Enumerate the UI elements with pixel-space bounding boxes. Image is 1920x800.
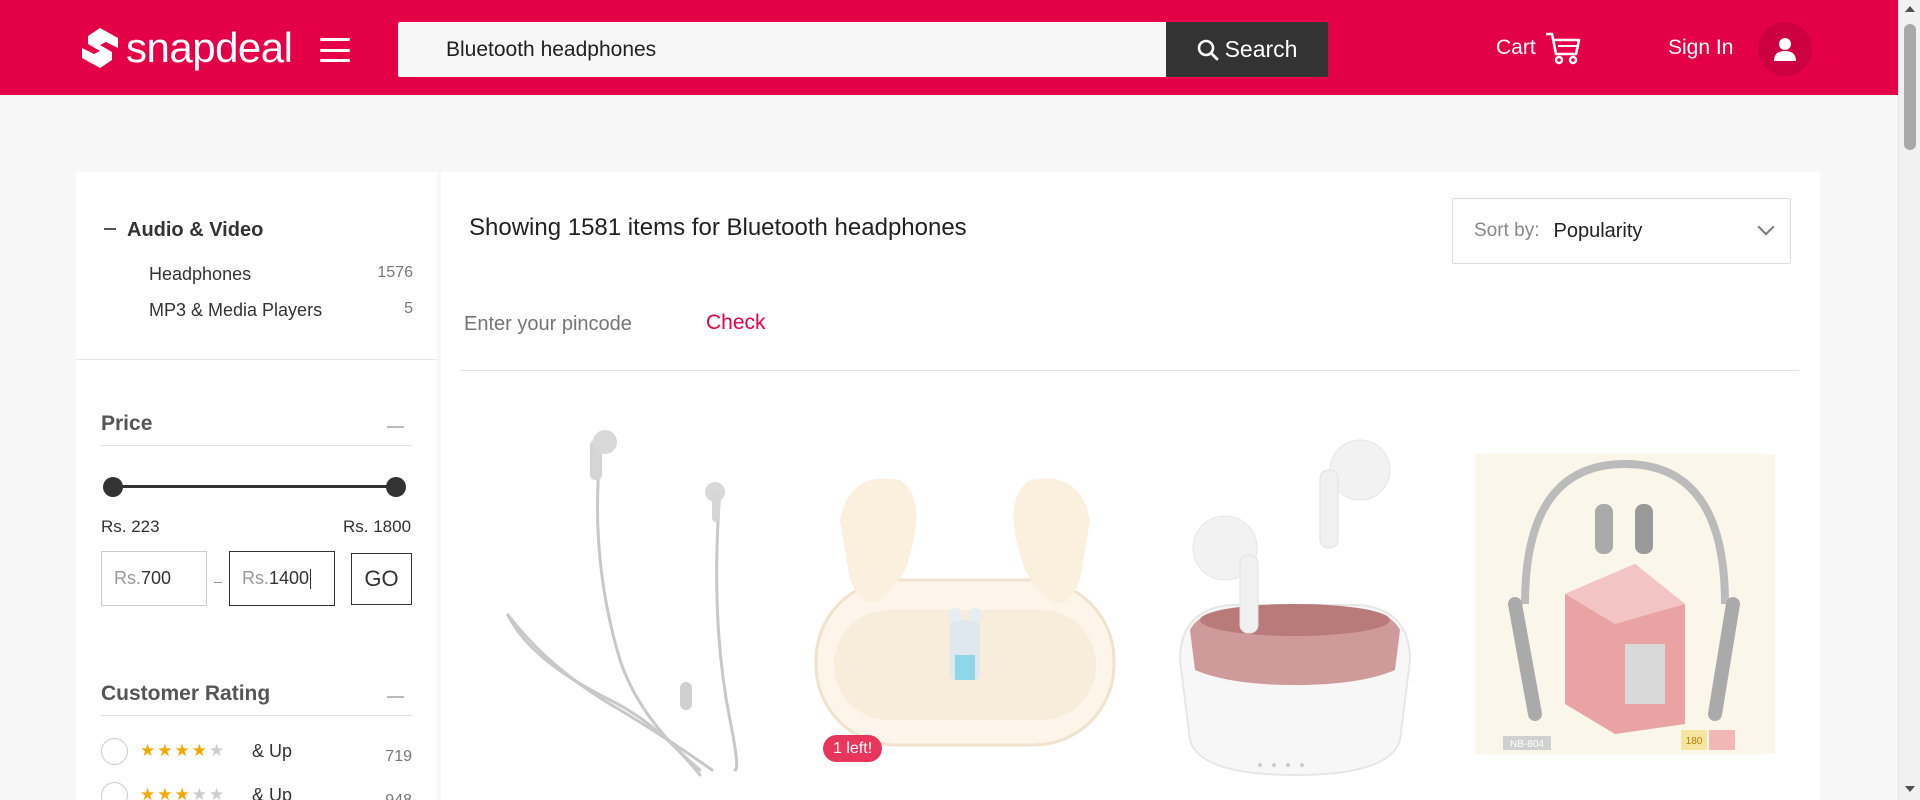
price-filter-title[interactable]: Price bbox=[101, 412, 152, 436]
sort-value: Popularity bbox=[1553, 219, 1643, 242]
user-icon bbox=[1774, 38, 1796, 61]
rating-count: 719 bbox=[385, 748, 412, 765]
category-count: 1576 bbox=[377, 264, 413, 281]
page-scrollbar[interactable] bbox=[1898, 0, 1920, 800]
menu-icon[interactable] bbox=[320, 38, 350, 62]
snapdeal-logo[interactable]: snapdeal bbox=[78, 24, 293, 71]
range-dash bbox=[214, 582, 222, 583]
price-min-label: Rs. 223 bbox=[101, 517, 160, 536]
rating-option-3[interactable]: ★★★★★ & Up 948 bbox=[101, 780, 412, 800]
category-label: Headphones bbox=[149, 264, 252, 284]
search-icon bbox=[1197, 39, 1218, 60]
currency-prefix: Rs. bbox=[242, 568, 269, 588]
filter-sidebar: Audio & Video Headphones 1576 MP3 & Medi… bbox=[76, 172, 437, 800]
price-slider-max-handle[interactable] bbox=[386, 477, 406, 497]
product-image-neckband[interactable] bbox=[490, 420, 790, 790]
user-avatar[interactable] bbox=[1758, 22, 1812, 76]
cart-label: Cart bbox=[1496, 36, 1536, 59]
product-image-tws-earbuds[interactable] bbox=[1170, 430, 1420, 780]
category-item-mp3-players[interactable]: MP3 & Media Players 5 bbox=[149, 300, 413, 321]
rating-option-4[interactable]: ★★★★ ★ & Up 719 bbox=[101, 736, 412, 766]
price-go-button[interactable]: GO bbox=[351, 553, 412, 605]
star-rating-icon: ★★★★★ bbox=[140, 785, 227, 800]
scrollbar-thumb[interactable] bbox=[1904, 24, 1916, 150]
logo-text: snapdeal bbox=[126, 24, 293, 71]
collapse-icon[interactable] bbox=[104, 228, 116, 230]
price-collapse-icon[interactable] bbox=[387, 426, 404, 428]
price-slider-min-handle[interactable] bbox=[103, 477, 123, 497]
price-max-input[interactable]: Rs. 1400 bbox=[229, 551, 335, 606]
scroll-down-arrow-icon[interactable] bbox=[1905, 786, 1915, 792]
search-button-label: Search bbox=[1224, 36, 1298, 62]
divider bbox=[461, 370, 1799, 371]
price-min-input[interactable]: Rs. 700 bbox=[101, 551, 207, 606]
rating-collapse-icon[interactable] bbox=[387, 696, 404, 698]
scroll-up-arrow-icon[interactable] bbox=[1905, 6, 1915, 12]
rating-label: & Up bbox=[252, 784, 293, 800]
category-filter: Audio & Video Headphones 1576 MP3 & Medi… bbox=[76, 172, 437, 360]
chevron-down-icon bbox=[1757, 218, 1775, 236]
cart-icon bbox=[1545, 32, 1580, 65]
price-max-label: Rs. 1800 bbox=[343, 517, 412, 536]
sort-dropdown[interactable]: Sort by: Popularity bbox=[1452, 198, 1791, 264]
results-count-text: Showing 1581 items for Bluetooth headpho… bbox=[469, 214, 967, 241]
category-item-headphones[interactable]: Headphones 1576 bbox=[149, 264, 413, 285]
model-label: NB-804 bbox=[1510, 739, 1544, 750]
sign-in-link[interactable]: Sign In bbox=[1668, 36, 1733, 60]
top-header: snapdeal Search Cart Sign In bbox=[0, 0, 1898, 95]
currency-prefix: Rs. bbox=[114, 568, 141, 588]
category-title[interactable]: Audio & Video bbox=[127, 219, 263, 242]
stock-badge: 1 left! bbox=[823, 735, 883, 762]
price-slider-track[interactable] bbox=[113, 485, 396, 488]
price-max-value: 1400 bbox=[269, 568, 310, 588]
price-min-value: 700 bbox=[141, 568, 172, 588]
pincode-input[interactable] bbox=[464, 304, 674, 344]
star-rating-icon: ★★★★★ bbox=[140, 741, 227, 760]
category-count: 5 bbox=[404, 300, 413, 317]
rating-count: 948 bbox=[385, 792, 412, 800]
product-image-open-ear-earbuds[interactable] bbox=[810, 460, 1120, 750]
search-button[interactable]: Search bbox=[1166, 22, 1328, 77]
pincode-check-button[interactable]: Check bbox=[706, 311, 766, 335]
divider bbox=[101, 715, 412, 716]
product-image-neckband-with-box[interactable]: NB-804 180 bbox=[1475, 454, 1775, 754]
rating-label: & Up bbox=[252, 740, 293, 761]
battery-tag: 180 bbox=[1686, 736, 1703, 747]
rating-radio[interactable] bbox=[101, 781, 128, 800]
rating-radio[interactable] bbox=[101, 737, 128, 765]
snapdeal-logo-icon bbox=[82, 28, 118, 68]
search-input[interactable] bbox=[398, 22, 1166, 77]
cart-button[interactable]: Cart bbox=[1496, 30, 1582, 66]
rating-filter-title[interactable]: Customer Rating bbox=[101, 682, 270, 706]
divider bbox=[101, 445, 412, 446]
sort-label: Sort by: bbox=[1474, 220, 1540, 241]
category-label: MP3 & Media Players bbox=[149, 300, 323, 320]
